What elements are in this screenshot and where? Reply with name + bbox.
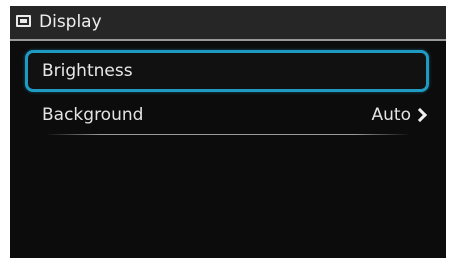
- menu-item-value: Auto: [371, 105, 411, 125]
- menu-item-label: Background: [42, 105, 144, 125]
- header-divider: [10, 39, 446, 41]
- chevron-right-icon: [412, 107, 428, 123]
- header-bar: Display: [10, 6, 446, 39]
- page-title: Display: [39, 12, 102, 32]
- menu-item-brightness[interactable]: Brightness: [25, 50, 429, 92]
- menu-item-label: Brightness: [42, 61, 133, 81]
- display-settings-screen: Display Brightness Background Auto: [10, 6, 446, 258]
- menu-divider: [46, 134, 410, 135]
- menu-item-background[interactable]: Background Auto: [25, 98, 429, 134]
- display-icon: [16, 15, 31, 27]
